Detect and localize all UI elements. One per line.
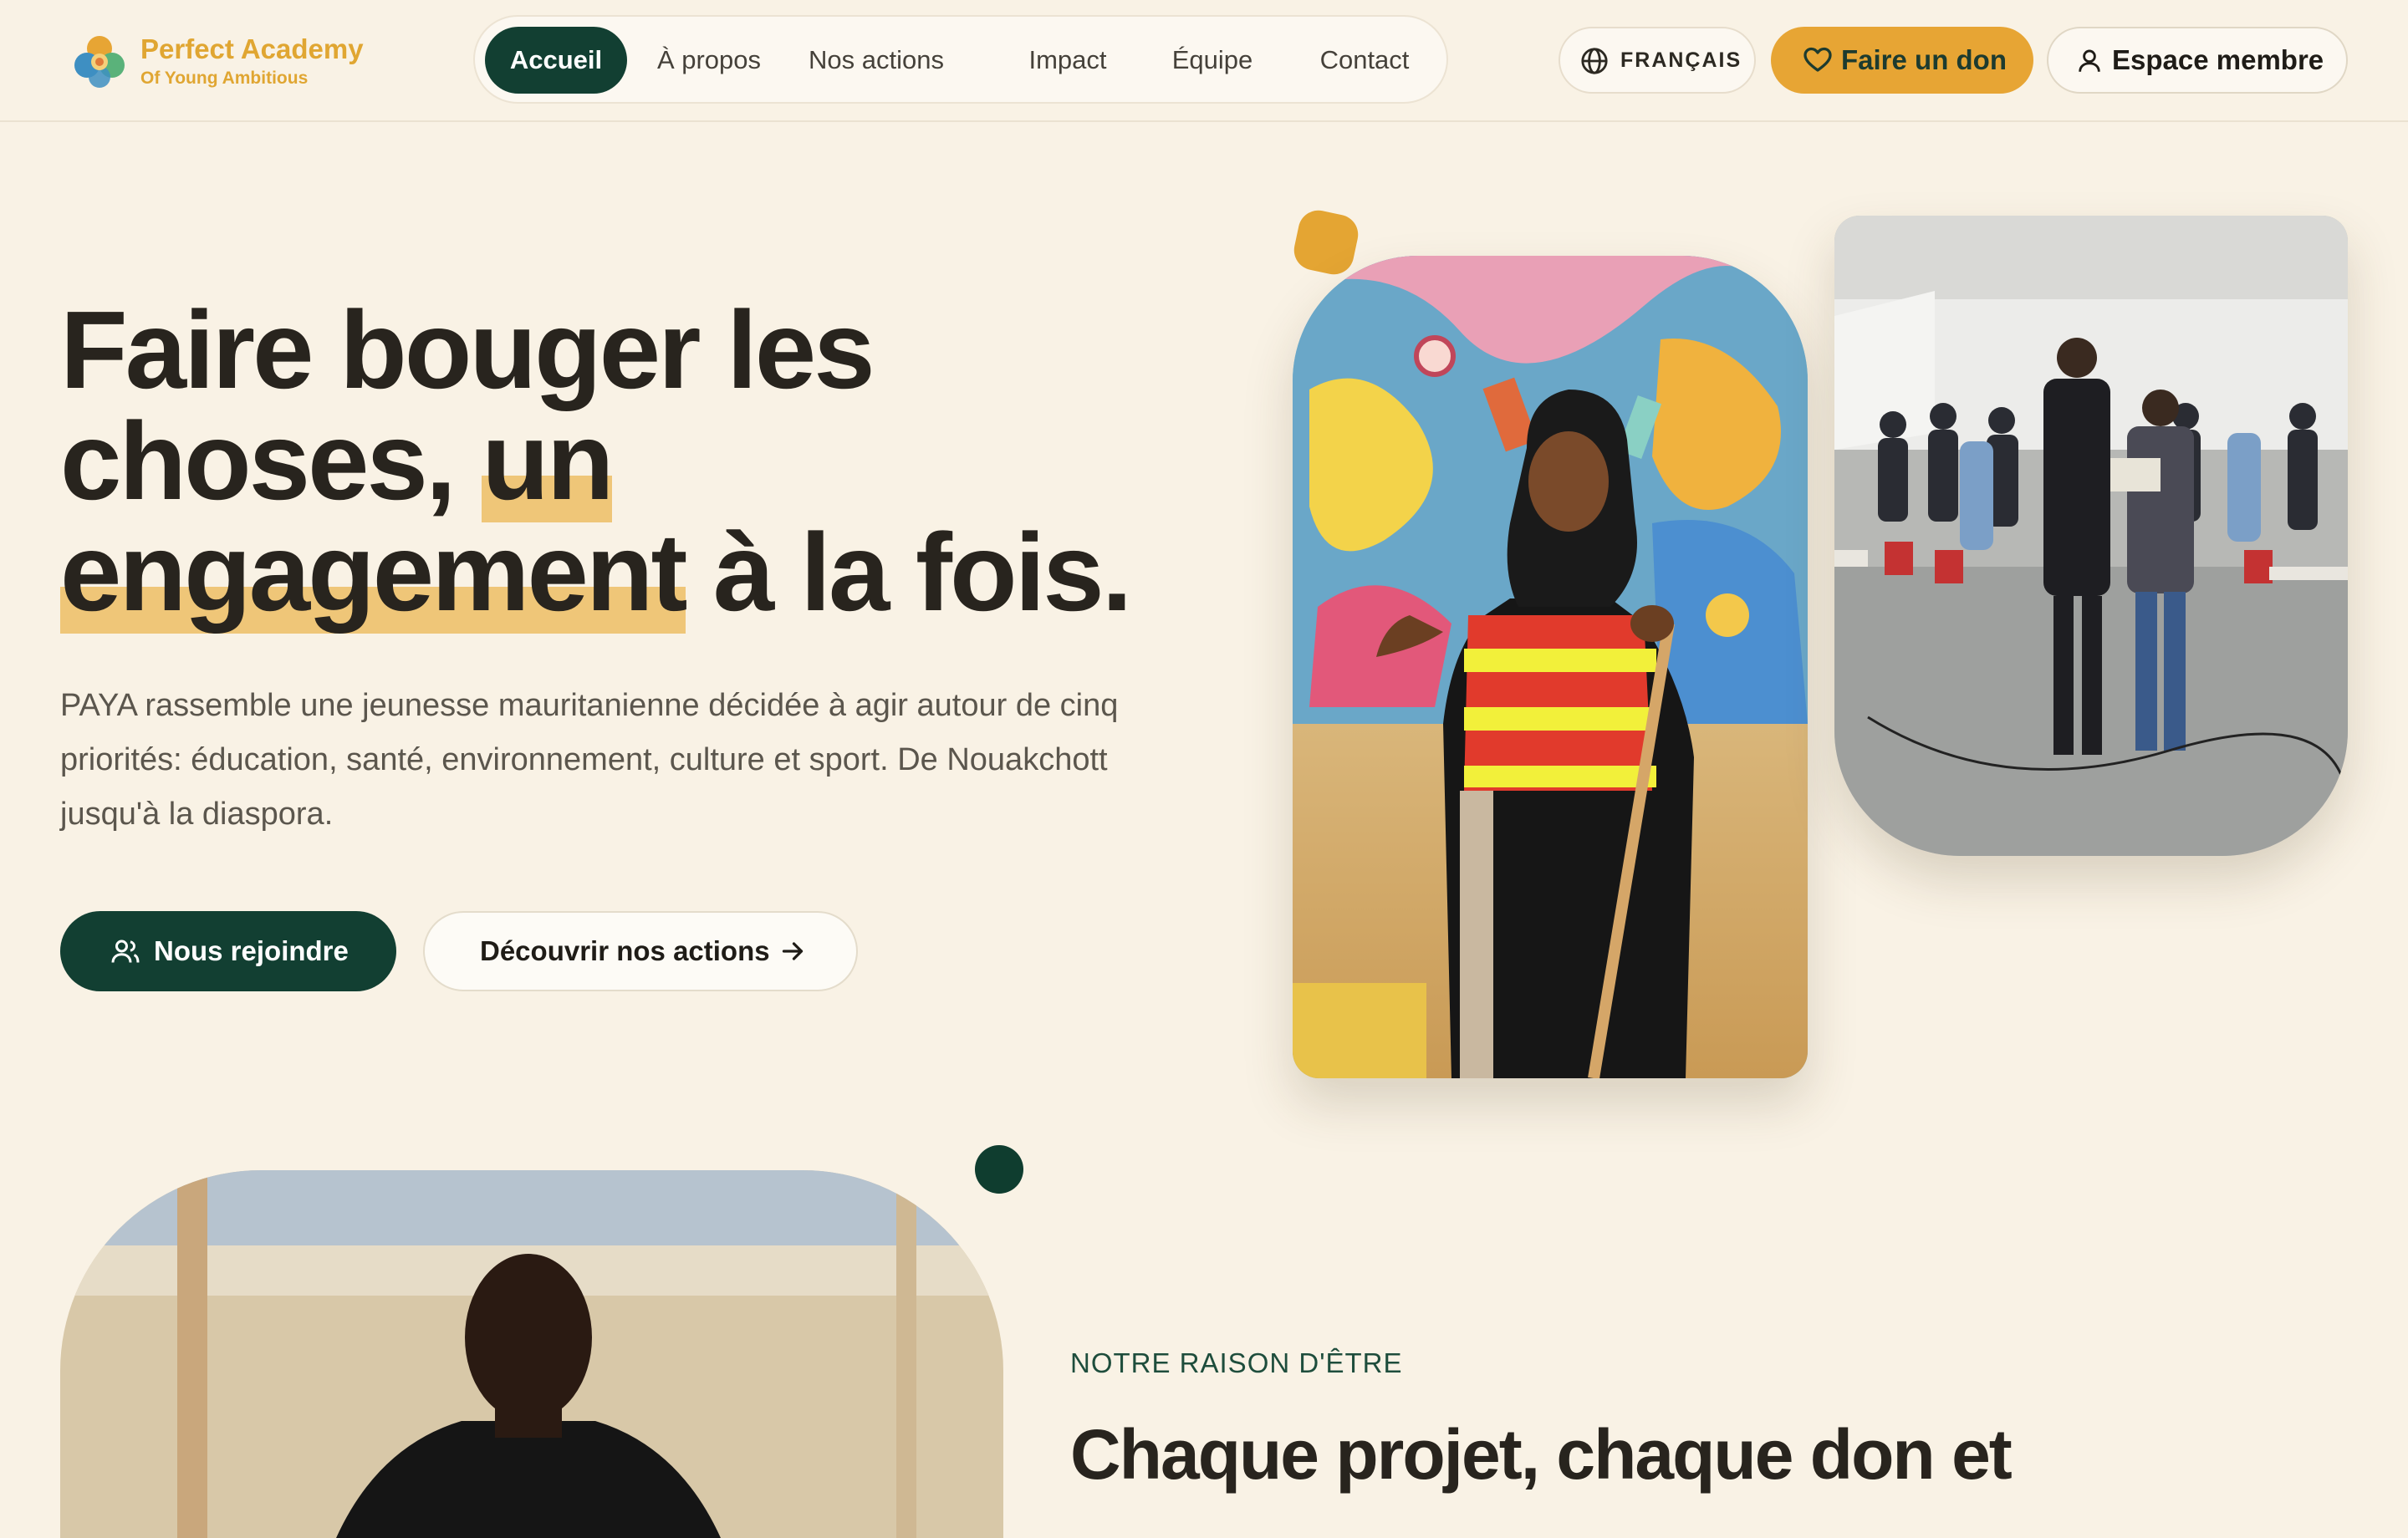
join-button[interactable]: Nous rejoindre [60, 911, 396, 991]
about-photo-member [60, 1170, 1003, 1538]
site-header: Perfect Academy Of Young Ambitious Accue… [0, 0, 2408, 122]
main-nav: Accueil À propos Nos actions Impact Équi… [473, 15, 1448, 104]
brand[interactable]: Perfect Academy Of Young Ambitious [140, 33, 364, 89]
nav-item-nos-actions[interactable]: Nos actions [793, 27, 960, 94]
hero-description: PAYA rassemble une jeunesse mauritanienn… [60, 688, 1119, 832]
language-selector[interactable]: FRANÇAIS [1559, 27, 1756, 94]
arrow-right-icon [782, 942, 804, 960]
brand-name: Perfect Academy [140, 33, 364, 64]
hero-title-highlight1: un [482, 400, 615, 522]
decorative-dot-yellow [1290, 206, 1362, 278]
logo-icon[interactable] [72, 32, 127, 90]
discover-label: Découvrir nos actions [480, 935, 770, 966]
section-title: Chaque projet, chaque don et [1070, 1415, 2013, 1494]
hero-title: Faire bouger les choses, un engagement à … [60, 294, 1264, 634]
discover-actions-button[interactable]: Découvrir nos actions [423, 911, 858, 991]
member-label: Espace membre [2112, 44, 2324, 75]
nav-item-equipe[interactable]: Équipe [1166, 27, 1259, 94]
decorative-dot-green [975, 1145, 1023, 1194]
heart-icon [1803, 47, 1832, 72]
hero-title-part2: à la fois. [685, 511, 1132, 634]
hero-photo-volunteer [1293, 256, 1808, 1078]
hero-title-part1: Faire bouger les choses, [60, 288, 875, 522]
brand-subtitle: Of Young Ambitious [140, 69, 309, 88]
user-icon [2079, 49, 2100, 72]
section-eyebrow: NOTRE RAISON D'ÊTRE [1070, 1347, 1403, 1378]
language-label: FRANÇAIS [1620, 48, 1742, 72]
nav-item-accueil[interactable]: Accueil [485, 27, 627, 94]
users-icon [111, 940, 140, 963]
globe-icon [1581, 48, 1608, 74]
donate-button[interactable]: Faire un don [1771, 27, 2033, 94]
hero-photo-event [1834, 216, 2348, 856]
nav-item-contact[interactable]: Contact [1306, 27, 1423, 94]
donate-label: Faire un don [1841, 44, 2007, 75]
member-area-button[interactable]: Espace membre [2047, 27, 2348, 94]
join-label: Nous rejoindre [154, 935, 349, 966]
nav-item-a-propos[interactable]: À propos [647, 27, 771, 94]
hero-title-highlight2: engagement [60, 511, 687, 634]
nav-item-impact[interactable]: Impact [1022, 27, 1114, 94]
